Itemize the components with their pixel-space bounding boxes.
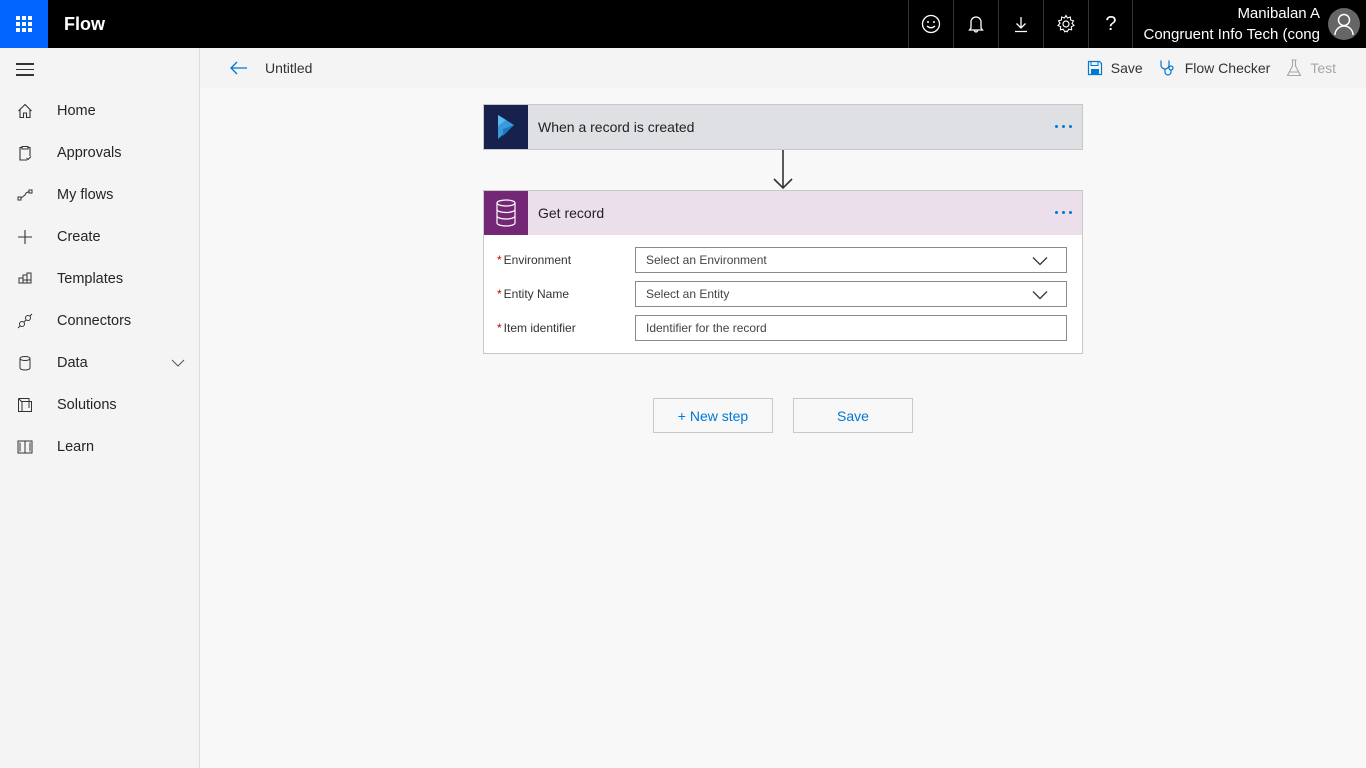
- hamburger-menu-button[interactable]: [16, 63, 34, 77]
- app-title[interactable]: Flow: [48, 0, 908, 48]
- trigger-title: When a record is created: [538, 119, 695, 135]
- flow-checker-button[interactable]: Flow Checker: [1159, 59, 1271, 77]
- entity-name-dropdown[interactable]: Select an Entity: [635, 281, 1067, 307]
- action-title: Get record: [538, 205, 605, 221]
- flow-checker-label: Flow Checker: [1184, 60, 1271, 76]
- templates-icon: [16, 270, 34, 288]
- sidebar-item-label: Home: [57, 103, 96, 119]
- sidebar-item-solutions[interactable]: Solutions: [0, 384, 199, 426]
- field-label-entity-name: * Entity Name: [497, 287, 570, 301]
- save-command-button[interactable]: Save: [1087, 60, 1143, 76]
- sidebar-item-label: My flows: [57, 187, 114, 203]
- avatar: [1328, 8, 1360, 40]
- plug-icon: [16, 312, 34, 330]
- trigger-card-header[interactable]: When a record is created: [484, 105, 1082, 149]
- test-button[interactable]: Test: [1286, 59, 1336, 77]
- save-icon: [1087, 60, 1102, 76]
- sidebar-item-label: Data: [57, 355, 88, 371]
- feedback-button[interactable]: [908, 0, 953, 48]
- plus-icon: [16, 228, 34, 246]
- chevron-down-icon[interactable]: [171, 356, 185, 372]
- trigger-more-options-button[interactable]: [1051, 125, 1072, 128]
- sidebar-item-home[interactable]: Home: [0, 90, 199, 132]
- sidebar-item-label: Create: [57, 229, 101, 245]
- flow-icon: [16, 186, 34, 204]
- solutions-icon: [16, 396, 34, 414]
- user-name: Manibalan A: [1237, 5, 1320, 22]
- flask-icon: [1286, 59, 1302, 77]
- sidebar-item-approvals[interactable]: Approvals: [0, 132, 199, 174]
- more-options-icon: [1055, 211, 1058, 214]
- more-options-icon: [1055, 125, 1058, 128]
- database-icon: [16, 354, 34, 372]
- sidebar-item-create[interactable]: Create: [0, 216, 199, 258]
- sidebar-item-learn[interactable]: Learn: [0, 426, 199, 468]
- item-identifier-input[interactable]: [635, 315, 1067, 341]
- field-entity-name: * Entity Name Select an Entity: [484, 277, 1082, 311]
- get-record-card: Get record * Environment Select an Enviro…: [483, 190, 1083, 354]
- back-button[interactable]: [230, 58, 250, 78]
- download-icon: [1015, 17, 1028, 33]
- action-more-options-button[interactable]: [1051, 211, 1072, 214]
- notifications-button[interactable]: [953, 0, 998, 48]
- hamburger-icon: [16, 63, 34, 65]
- sidebar-item-data[interactable]: Data: [0, 342, 199, 384]
- help-icon: ?: [1105, 12, 1117, 35]
- home-icon: [16, 102, 34, 120]
- field-item-identifier: * Item identifier: [484, 311, 1082, 345]
- sidebar-nav: Home Approvals My flows Create Templates…: [0, 90, 199, 468]
- app-launcher-button[interactable]: [0, 0, 48, 48]
- action-card-header[interactable]: Get record: [484, 191, 1082, 235]
- user-account-button[interactable]: Manibalan A Congruent Info Tech (cong: [1133, 0, 1366, 48]
- stethoscope-icon: [1160, 60, 1174, 76]
- required-asterisk: *: [497, 287, 502, 301]
- new-step-button[interactable]: + New step: [653, 398, 773, 433]
- sidebar-item-label: Connectors: [57, 313, 132, 329]
- environment-dropdown-value: Select an Environment: [646, 253, 767, 267]
- dynamics-365-icon: [484, 105, 528, 149]
- download-button[interactable]: [998, 0, 1043, 48]
- sidebar-item-templates[interactable]: Templates: [0, 258, 199, 300]
- settings-gear-icon: [1057, 14, 1076, 33]
- field-environment: * Environment Select an Environment: [484, 243, 1082, 277]
- connector-arrow-icon: [773, 150, 793, 190]
- chevron-down-icon: [1032, 255, 1048, 269]
- required-asterisk: *: [497, 321, 502, 335]
- top-bar: Flow ? Manibalan A Congruent Info Tech (…: [0, 0, 1366, 48]
- field-label-item-identifier: * Item identifier: [497, 321, 576, 335]
- sidebar-item-label: Approvals: [57, 145, 122, 161]
- save-command-label: Save: [1110, 60, 1143, 76]
- sidebar-item-connectors[interactable]: Connectors: [0, 300, 199, 342]
- field-label-environment: * Environment: [497, 253, 572, 267]
- sidebar-item-my-flows[interactable]: My flows: [0, 174, 199, 216]
- tenant-name: Congruent Info Tech (cong: [1143, 26, 1320, 43]
- app-launcher-icon: [16, 16, 32, 32]
- chevron-down-icon: [1032, 289, 1048, 303]
- help-button[interactable]: ?: [1088, 0, 1134, 48]
- sidebar-item-label: Learn: [57, 439, 95, 455]
- sidebar: Home Approvals My flows Create Templates…: [0, 48, 200, 768]
- action-fields: * Environment Select an Environment * Enti…: [484, 235, 1082, 345]
- trigger-card[interactable]: When a record is created: [483, 104, 1083, 150]
- flow-name[interactable]: Untitled: [265, 60, 312, 76]
- sidebar-item-label: Templates: [57, 271, 124, 287]
- clipboard-check-icon: [16, 144, 34, 162]
- book-icon: [16, 438, 34, 456]
- sidebar-item-label: Solutions: [57, 397, 117, 413]
- entity-name-dropdown-value: Select an Entity: [646, 287, 730, 301]
- save-flow-button[interactable]: Save: [793, 398, 913, 433]
- back-arrow-icon: [230, 61, 247, 75]
- user-icon: [1334, 13, 1354, 36]
- test-label: Test: [1310, 60, 1336, 76]
- common-data-service-icon: [484, 191, 528, 235]
- notifications-bell-icon: [968, 16, 985, 33]
- settings-button[interactable]: [1043, 0, 1088, 48]
- environment-dropdown[interactable]: Select an Environment: [635, 247, 1067, 273]
- command-bar: Untitled Save Flow Checker Test: [200, 48, 1366, 88]
- feedback-smiley-icon: [922, 14, 941, 34]
- required-asterisk: *: [497, 253, 502, 267]
